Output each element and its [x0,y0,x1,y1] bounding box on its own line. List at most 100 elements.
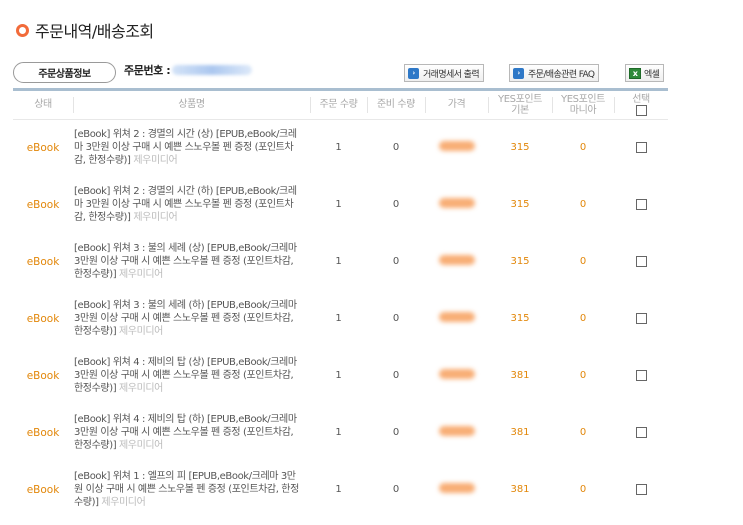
header-yes-basic-line1: YES포인트 [498,93,542,105]
price-redacted [438,312,475,322]
price-cell [425,290,488,347]
header-type: 상태 [13,91,73,120]
order-qty: 1 [335,370,342,381]
excel-download-button[interactable]: x 엑셀 [625,64,665,82]
publisher-link[interactable]: 제우미디어 [101,497,145,508]
product-title-link[interactable]: [eBook] 위쳐 4 : 제비의 탑 (하) [EPUB,eBook/크레마… [74,414,297,451]
product-title-link[interactable]: [eBook] 위쳐 4 : 제비의 탑 (상) [EPUB,eBook/크레마… [74,357,297,394]
ready-qty: 0 [392,484,400,495]
info-icon: › [513,67,524,79]
yes-point-mania: 0 [579,427,587,438]
order-qty: 1 [335,256,342,267]
price-cell [425,233,488,290]
ready-qty: 0 [392,313,400,324]
row-select-checkbox[interactable] [635,483,647,495]
yes-point-mania: 0 [579,484,587,495]
ready-qty: 0 [392,370,400,381]
header-product: 상품명 [73,91,310,120]
header-yes-mania-line2: 마니아 [569,104,597,116]
price-redacted [438,255,475,265]
publisher-link[interactable]: 제우미디어 [119,269,163,280]
circle-bullet-icon [16,23,29,37]
page-title: 주문내역/배송조회 [16,18,154,42]
header-yes-mania: YES포인트 마니아 [552,91,614,120]
excel-icon: x [629,67,641,79]
table-row: eBook [eBook] 위쳐 3 : 불의 세례 (하) [EPUB,eBoo… [13,290,668,347]
header-yes-mania-line1: YES포인트 [561,93,605,105]
publisher-link[interactable]: 제우미디어 [133,212,177,223]
item-type: eBook [26,369,60,382]
product-cell: [eBook] 위쳐 2 : 경멸의 시간 (상) [EPUB,eBook/크레… [73,119,310,176]
header-select-label: 선택 [632,93,650,105]
excel-label: 엑셀 [644,69,660,80]
order-number: 주문번호 : [124,62,253,78]
product-cell: [eBook] 위쳐 3 : 불의 세례 (하) [EPUB,eBook/크레마… [73,290,310,347]
select-cell [614,119,668,176]
yes-point-basic: 315 [510,199,530,210]
header-yes-basic-line2: 기본 [511,104,529,116]
row-select-checkbox[interactable] [635,142,647,153]
page-title-text: 주문내역/배송조회 [35,22,154,41]
yes-point-basic: 381 [510,427,530,438]
order-qty: 1 [335,484,342,495]
yes-point-mania: 0 [579,370,587,381]
row-select-checkbox[interactable] [635,255,647,267]
product-title-link[interactable]: [eBook] 위쳐 3 : 불의 세례 (하) [EPUB,eBook/크레마… [74,300,297,337]
order-qty: 1 [335,142,342,154]
yes-point-mania: 0 [579,142,587,154]
header-order-qty: 주문 수량 [310,91,367,120]
row-select-checkbox[interactable] [635,312,647,324]
price-redacted [438,426,475,436]
publisher-link[interactable]: 제우미디어 [119,440,163,451]
product-title-link[interactable]: [eBook] 위쳐 3 : 불의 세례 (상) [EPUB,eBook/크레마… [74,243,297,280]
price-cell [425,404,488,461]
header-yes-basic: YES포인트 기본 [488,91,552,120]
table-row: eBook [eBook] 위쳐 2 : 경멸의 시간 (상) [EPUB,eBo… [13,119,668,176]
price-cell [425,461,488,518]
select-cell [614,233,668,290]
header-price: 가격 [425,91,488,120]
table-row: eBook [eBook] 위쳐 4 : 제비의 탑 (하) [EPUB,eBoo… [13,404,668,461]
price-cell [425,119,488,176]
item-type: eBook [26,312,60,325]
header-ready-qty: 준비 수량 [367,91,425,120]
publisher-link[interactable]: 제우미디어 [119,326,163,337]
order-qty: 1 [335,427,342,438]
yes-point-mania: 0 [579,313,587,324]
price-cell [425,176,488,233]
info-icon: › [408,67,419,79]
select-cell [614,404,668,461]
table-header-row: 상태 상품명 주문 수량 준비 수량 가격 YES포인트 기본 YES포인트 마니아… [13,91,668,120]
price-redacted [438,483,475,493]
header-select: 선택 [614,91,668,120]
product-cell: [eBook] 위쳐 3 : 불의 세례 (상) [EPUB,eBook/크레마… [73,233,310,290]
price-redacted [438,369,475,379]
table-row: eBook [eBook] 위쳐 1 : 엘프의 피 [EPUB,eBook/크레… [13,461,668,518]
yes-point-basic: 315 [510,256,530,267]
row-select-checkbox[interactable] [635,198,647,210]
ready-qty: 0 [392,256,400,267]
product-title-link[interactable]: [eBook] 위쳐 2 : 경멸의 시간 (상) [EPUB,eBook/크레… [74,129,297,166]
order-delivery-faq-button[interactable]: › 주문/배송관련 FAQ [509,64,600,82]
select-all-checkbox[interactable] [635,104,647,116]
yes-point-basic: 381 [510,484,530,495]
yes-point-basic: 381 [510,370,530,381]
order-number-label: 주문번호 : [124,64,171,77]
order-product-info-tab[interactable]: 주문상품정보 [13,62,116,83]
publisher-link[interactable]: 제우미디어 [119,383,163,394]
yes-point-mania: 0 [579,199,587,210]
yes-point-basic: 315 [510,313,530,324]
product-title-link[interactable]: [eBook] 위쳐 2 : 경멸의 시간 (하) [EPUB,eBook/크레… [74,186,297,223]
ready-qty: 0 [392,427,400,438]
table-row: eBook [eBook] 위쳐 4 : 제비의 탑 (상) [EPUB,eBoo… [13,347,668,404]
receipt-print-button[interactable]: › 거래명세서 출력 [404,64,485,82]
publisher-link[interactable]: 제우미디어 [133,155,177,166]
row-select-checkbox[interactable] [635,369,647,381]
receipt-print-label: 거래명세서 출력 [423,69,480,80]
price-redacted [438,141,475,152]
item-type: eBook [26,198,60,211]
select-cell [614,290,668,347]
yes-point-mania: 0 [579,256,587,267]
row-select-checkbox[interactable] [635,426,647,438]
item-type: eBook [26,141,60,154]
